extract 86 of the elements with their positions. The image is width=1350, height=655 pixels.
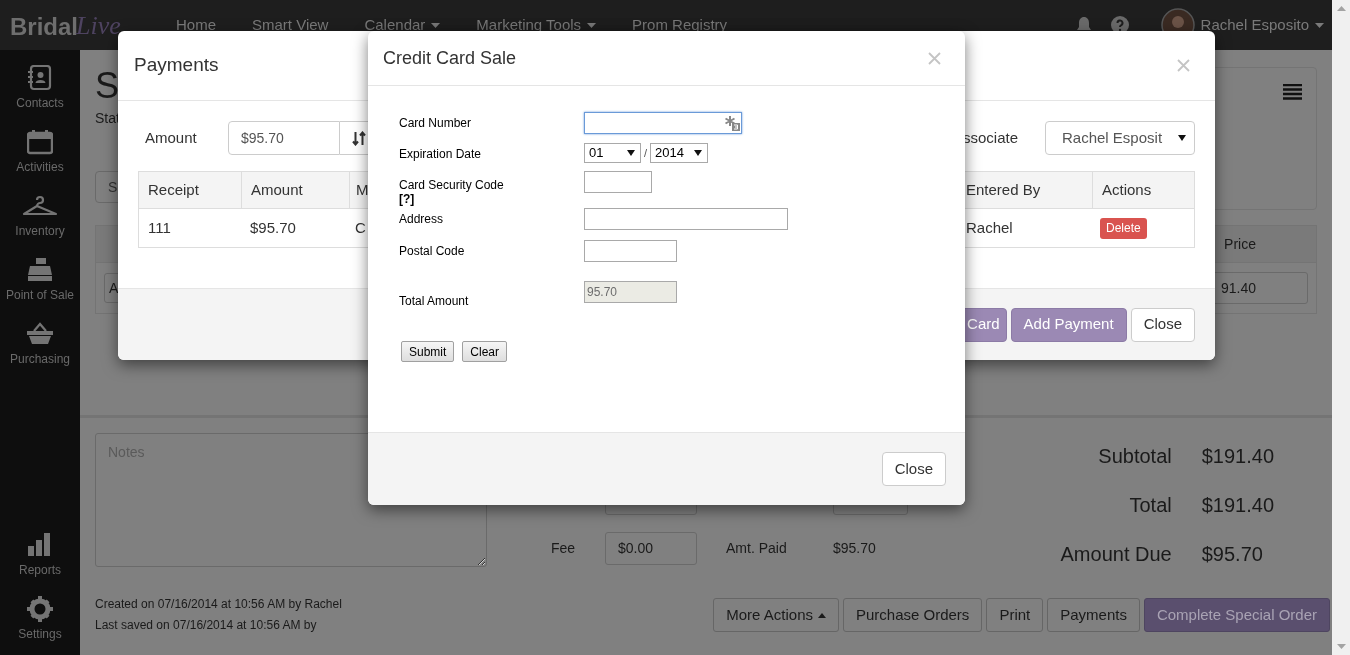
address-field[interactable] [584,208,788,230]
sidebar-item[interactable]: Settings [0,587,80,651]
scroll-down-icon[interactable] [1336,644,1346,649]
delete-button[interactable]: Delete [1100,217,1147,239]
fee-label: Fee [550,539,575,558]
close-icon[interactable] [928,51,941,65]
action-button[interactable]: More Actions [713,598,839,632]
sidebar-item[interactable]: Inventory [0,184,80,248]
column-header: Actions [1102,179,1152,200]
nav-link[interactable]: Marketing Tools [458,13,615,37]
total-amount-field: 95.70 [584,281,677,303]
sidebar-item[interactable]: Reports [0,523,80,587]
dropdown-icon [627,150,635,156]
amount-paid-label: Amt. Paid [726,539,787,558]
sidebar-item[interactable]: Contacts [0,56,80,120]
bar-chart-icon [27,531,53,558]
table-cell-text: Rachel [966,217,1013,238]
fee-field[interactable]: $0.00 [605,532,697,565]
dialog-button[interactable]: Close [1130,307,1195,342]
logo-script: Live [76,9,121,42]
sidebar-item[interactable]: Point of Sale [0,248,80,312]
field-label: Card Number [399,116,473,130]
table-cell-text: C [355,217,366,238]
caret-icon [1315,22,1324,28]
caret-icon [818,612,826,618]
status-label: Stat [95,109,120,128]
help-link[interactable]: [?] [399,192,584,206]
table-cell-text: $95.70 [250,217,296,238]
password-manager-icon[interactable] [724,115,740,131]
audit-text: Last saved on 07/16/2014 at 10:56 AM by [95,617,318,634]
action-button[interactable]: Payments [1047,598,1140,632]
settings-icon [27,595,53,622]
scrollbar[interactable] [1332,0,1350,655]
associate-select[interactable]: Rachel Esposit [1045,121,1195,155]
dropdown-icon [694,150,703,156]
field-label: Card Security Code [399,178,505,192]
dialog-title: Credit Card Sale [383,46,517,70]
action-button[interactable]: Complete Special Order [1143,598,1330,632]
dialog-button[interactable]: Add Payment [1010,307,1127,342]
field-label: Postal Code [399,244,466,258]
associate-label: ssociate [962,127,1018,148]
action-button[interactable]: Print [986,598,1044,632]
sidebar-item[interactable]: Purchasing [0,312,80,376]
amount-label: Amount [144,127,198,148]
menu-icon[interactable] [1283,84,1302,100]
postal-code-field[interactable] [584,240,677,262]
column-header: M [356,179,369,200]
dropdown-icon [1178,135,1186,141]
basket-icon [27,320,53,347]
amount-paid-value: $95.70 [833,539,876,558]
sort-icon [352,130,366,146]
cash-register-icon [27,256,53,283]
column-header: Price [1224,234,1256,254]
close-button[interactable]: Close [881,452,946,486]
year-select[interactable]: 2014 [650,143,709,163]
total-label: Amount Due [1060,542,1172,567]
field-label: Address [399,212,445,226]
nav-link[interactable]: Calendar [346,13,459,37]
dialog-title: Payments [134,53,219,78]
scroll-up-icon[interactable] [1336,6,1346,11]
table-cell-text: 111 [148,217,171,238]
total-value: $191.40 [1201,493,1274,518]
logo-text: Bridal [10,11,78,42]
column-header: Entered By [966,179,1041,200]
close-icon[interactable] [1177,59,1190,72]
audit-text: Created on 07/16/2014 at 10:56 AM by Rachel [95,596,342,613]
field-label: Expiration Date [399,147,483,161]
security-code-field[interactable] [584,171,652,193]
total-label: Subtotal [1097,444,1172,469]
calendar-icon [27,128,53,155]
column-header: Amount [251,179,303,200]
date-separator: / [644,145,648,161]
card-number-field[interactable] [584,112,742,134]
sidebar-item[interactable]: Activities [0,120,80,184]
form-button[interactable]: Submit [401,341,455,362]
field-label: Total Amount [399,293,470,310]
action-button[interactable]: Purchase Orders [843,598,983,632]
address-book-icon [27,64,53,91]
month-select[interactable]: 01 [584,143,641,163]
page-title: S [95,66,119,106]
total-label: Total [1128,493,1172,518]
total-value: $191.40 [1201,444,1274,469]
column-header: Receipt [148,179,199,200]
form-button[interactable]: Clear [462,341,508,362]
total-value: $95.70 [1201,542,1264,567]
amount-field[interactable]: $95.70 [228,121,340,155]
